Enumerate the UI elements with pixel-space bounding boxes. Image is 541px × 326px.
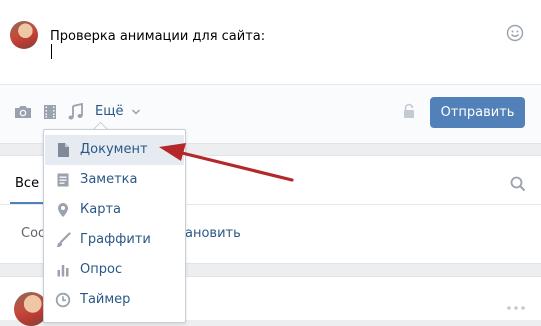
menu-item-label: Документ <box>80 142 148 157</box>
search-icon[interactable] <box>510 176 526 192</box>
menu-item-label: Заметка <box>80 172 138 187</box>
menu-item-label: Опрос <box>80 262 123 277</box>
menu-item-note[interactable]: Заметка <box>45 165 184 195</box>
emoji-icon[interactable] <box>506 24 524 42</box>
note-icon <box>57 173 69 187</box>
clock-icon <box>55 292 71 308</box>
feed-refresh-link[interactable]: ановить <box>185 226 241 241</box>
brush-icon <box>56 232 71 247</box>
menu-item-graffiti[interactable]: Граффити <box>45 225 184 255</box>
menu-item-label: Таймер <box>80 292 131 307</box>
chevron-down-icon <box>131 108 140 115</box>
camera-icon[interactable] <box>13 102 33 122</box>
menu-item-map[interactable]: Карта <box>45 195 184 225</box>
more-options-icon[interactable] <box>507 306 525 310</box>
more-attachments-button[interactable]: Ещё <box>95 104 141 119</box>
text-cursor <box>51 44 52 59</box>
lock-icon[interactable] <box>402 103 416 119</box>
post-composer: Проверка анимации для сайта: Ещё Отправи… <box>0 0 541 144</box>
attachments-dropdown: Документ Заметка Карта Граффити Опрос Та… <box>43 129 186 323</box>
menu-item-label: Граффити <box>80 232 151 247</box>
document-icon <box>58 143 69 157</box>
menu-item-document[interactable]: Документ <box>45 135 184 165</box>
menu-item-timer[interactable]: Таймер <box>45 285 184 315</box>
map-pin-icon <box>58 203 68 217</box>
music-icon[interactable] <box>66 102 86 122</box>
menu-item-poll[interactable]: Опрос <box>45 255 184 285</box>
video-icon[interactable] <box>40 102 60 122</box>
more-label: Ещё <box>95 104 124 119</box>
menu-item-label: Карта <box>80 202 121 217</box>
poll-icon <box>57 265 69 277</box>
send-button[interactable]: Отправить <box>430 97 525 128</box>
avatar[interactable] <box>10 21 38 49</box>
post-text-input[interactable]: Проверка анимации для сайта: <box>50 29 265 44</box>
